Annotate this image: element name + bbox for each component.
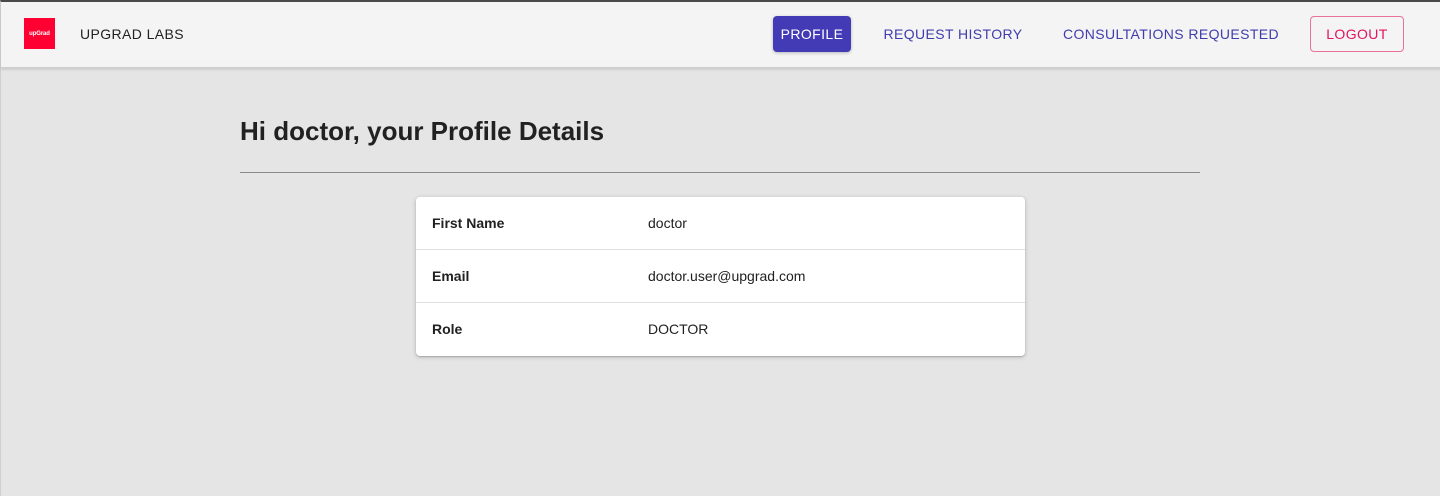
nav-consultations-requested-button[interactable]: CONSULTATIONS REQUESTED — [1049, 16, 1293, 52]
profile-row-first-name: First Name doctor — [416, 197, 1025, 250]
logout-button[interactable]: LOGOUT — [1310, 16, 1404, 52]
logo-text: upGrad — [29, 30, 50, 37]
email-value: doctor.user@upgrad.com — [648, 268, 806, 284]
role-label: Role — [432, 321, 463, 337]
first-name-value: doctor — [648, 215, 687, 231]
title-divider — [240, 172, 1200, 173]
first-name-label: First Name — [432, 215, 505, 231]
role-value: DOCTOR — [648, 321, 709, 337]
email-label: Email — [432, 268, 470, 284]
nav-request-history-button[interactable]: REQUEST HISTORY — [871, 16, 1035, 52]
app-title: UPGRAD LABS — [80, 26, 184, 42]
top-app-bar: upGrad UPGRAD LABS PROFILE REQUEST HISTO… — [1, 2, 1440, 68]
page-title: Hi doctor, your Profile Details — [240, 116, 605, 146]
nav-profile-button[interactable]: PROFILE — [773, 16, 851, 52]
app-window: upGrad UPGRAD LABS PROFILE REQUEST HISTO… — [0, 0, 1440, 496]
profile-row-role: Role DOCTOR — [416, 303, 1025, 356]
profile-details-card: First Name doctor Email doctor.user@upgr… — [416, 197, 1025, 356]
profile-row-email: Email doctor.user@upgrad.com — [416, 250, 1025, 303]
upgrad-logo[interactable]: upGrad — [24, 18, 55, 49]
